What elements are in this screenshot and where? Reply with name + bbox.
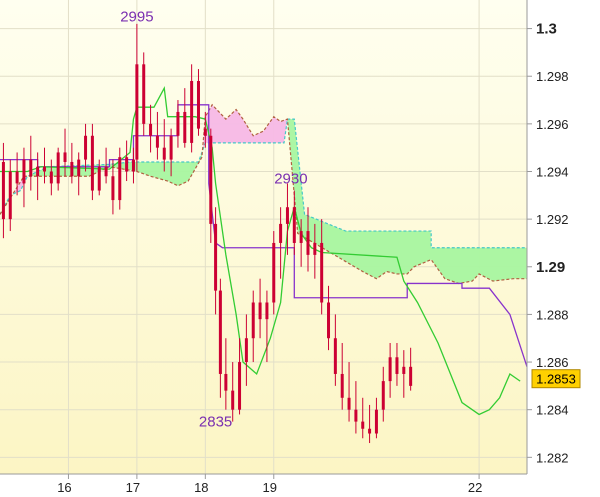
y-tick-label: 1.3 bbox=[536, 21, 557, 38]
candle-body bbox=[292, 207, 296, 243]
candle-body bbox=[142, 64, 146, 124]
candle-body bbox=[183, 111, 187, 143]
x-tick-label: 17 bbox=[126, 480, 140, 495]
candle-body bbox=[306, 231, 310, 255]
x-tick-label: 18 bbox=[194, 480, 208, 495]
candle-body bbox=[251, 302, 255, 339]
ichimoku-chart: 1.282 1.284 1.286 1.288 1.29 1.292 1.294 1.296 1… bbox=[0, 0, 600, 497]
candle-body bbox=[409, 366, 413, 386]
candle-body bbox=[104, 166, 108, 177]
plot-area bbox=[0, 0, 527, 474]
candle-body bbox=[203, 128, 207, 136]
candle-body bbox=[49, 171, 53, 184]
candle-body bbox=[111, 176, 115, 201]
candle-body bbox=[313, 242, 317, 255]
y-tick-label: 1.29 bbox=[536, 259, 565, 276]
candle-body bbox=[90, 135, 94, 191]
chart-root: 1.282 1.284 1.286 1.288 1.29 1.292 1.294 1.296 1… bbox=[0, 0, 600, 497]
candle-body bbox=[118, 157, 122, 201]
candle-body bbox=[190, 80, 194, 143]
candle-body bbox=[340, 373, 344, 398]
candle-body bbox=[209, 135, 213, 224]
candle-body bbox=[354, 409, 358, 422]
price-annotation: 2995 bbox=[120, 8, 153, 25]
y-tick-label: 1.282 bbox=[536, 450, 569, 465]
y-tick-label: 1.296 bbox=[536, 117, 569, 132]
candle-body bbox=[135, 64, 139, 160]
candle-body bbox=[299, 231, 303, 243]
candle-body bbox=[361, 421, 365, 429]
candle-body bbox=[272, 242, 276, 303]
candle-body bbox=[125, 157, 129, 172]
candle-body bbox=[238, 362, 242, 410]
candle-body bbox=[327, 302, 331, 339]
y-tick-label: 1.288 bbox=[536, 307, 569, 322]
candle-body bbox=[381, 381, 385, 410]
candle-body bbox=[347, 397, 351, 410]
candle-body bbox=[265, 302, 269, 320]
candle-body bbox=[8, 171, 12, 220]
y-tick-label: 1.286 bbox=[536, 355, 569, 370]
candle-body bbox=[258, 302, 262, 320]
candle-body bbox=[155, 135, 159, 148]
candle-body bbox=[97, 166, 101, 191]
candle-body bbox=[36, 166, 40, 177]
candle-body bbox=[214, 223, 218, 291]
candle-body bbox=[402, 366, 406, 374]
x-tick-label: 19 bbox=[263, 480, 277, 495]
candle-body bbox=[320, 242, 324, 303]
candle-body bbox=[333, 338, 337, 374]
candle-body bbox=[56, 152, 60, 184]
candle-body bbox=[196, 80, 200, 129]
price-annotation: 2930 bbox=[274, 170, 307, 187]
candle-body bbox=[176, 111, 180, 136]
x-tick-label: 16 bbox=[57, 480, 71, 495]
candle-body bbox=[162, 147, 166, 160]
candle-body bbox=[285, 207, 289, 224]
candle-body bbox=[395, 357, 399, 374]
candle-body bbox=[244, 338, 248, 363]
candle-body bbox=[374, 409, 378, 434]
y-tick-label: 1.294 bbox=[536, 164, 569, 179]
candle-body bbox=[1, 161, 5, 220]
candle-body bbox=[388, 357, 392, 382]
candle-body bbox=[149, 123, 153, 136]
candle-body bbox=[15, 171, 19, 184]
candle-body bbox=[224, 373, 228, 391]
candle-body bbox=[279, 223, 283, 243]
candle-body bbox=[218, 290, 222, 374]
y-tick-label: 1.292 bbox=[536, 212, 569, 227]
candle-body bbox=[131, 159, 135, 172]
candle-body bbox=[368, 428, 372, 434]
candle-body bbox=[29, 159, 33, 177]
candle-body bbox=[70, 161, 74, 177]
candle-body bbox=[63, 152, 67, 162]
candle-body bbox=[42, 166, 46, 172]
price-annotation: 2835 bbox=[199, 413, 232, 430]
candle-body bbox=[169, 135, 173, 160]
y-tick-label: 1.284 bbox=[536, 403, 569, 418]
current-price-label: 1.2853 bbox=[536, 372, 576, 387]
current-price-marker: 1.2853 bbox=[531, 369, 581, 389]
candle-body bbox=[22, 159, 26, 184]
y-tick-label: 1.298 bbox=[536, 69, 569, 84]
candle-body bbox=[84, 135, 88, 160]
x-tick-label: 22 bbox=[468, 480, 482, 495]
candle-body bbox=[77, 159, 81, 177]
candle-body bbox=[231, 390, 235, 410]
